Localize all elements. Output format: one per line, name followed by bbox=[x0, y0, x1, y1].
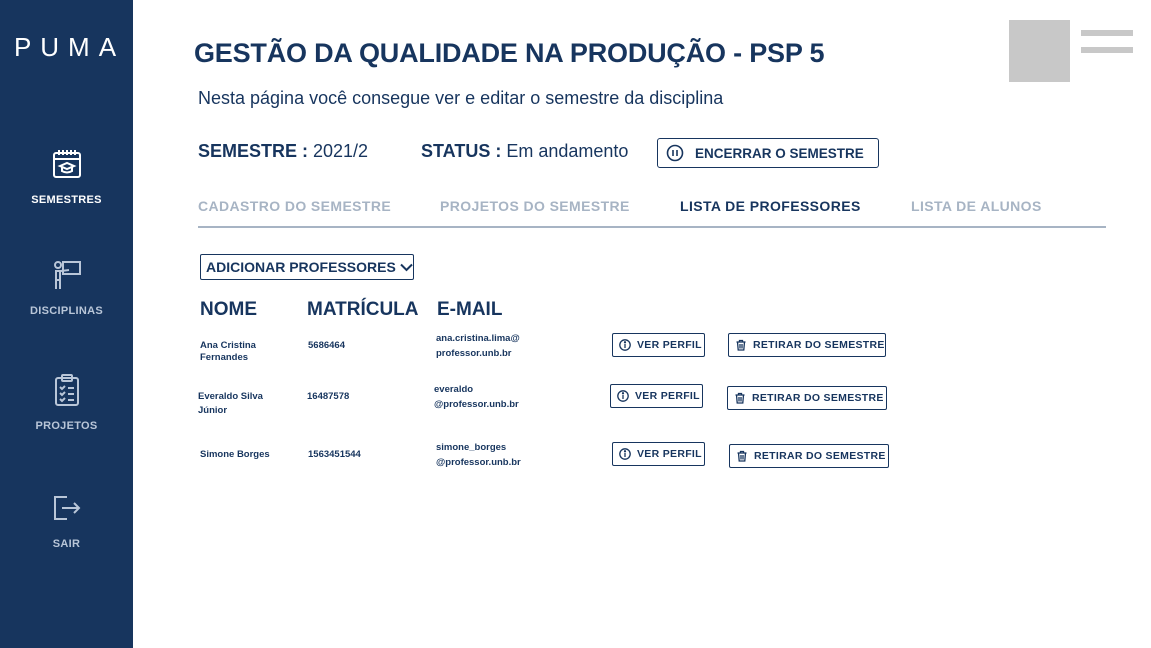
teacher-board-icon bbox=[53, 261, 81, 289]
semester-label: SEMESTRE : bbox=[198, 141, 309, 161]
view-profile-button[interactable]: VER PERFIL bbox=[612, 333, 705, 357]
tab-projetos-do-semestre[interactable]: PROJETOS DO SEMESTRE bbox=[440, 198, 630, 214]
professor-registration: 16487578 bbox=[307, 391, 350, 402]
remove-from-semester-button[interactable]: RETIRAR DO SEMESTRE bbox=[728, 333, 886, 357]
tab-cadastro-do-semestre[interactable]: CADASTRO DO SEMESTRE bbox=[198, 198, 391, 214]
professor-name: Simone Borges bbox=[200, 449, 270, 460]
column-header-nome: NOME bbox=[200, 299, 257, 320]
sidebar-item-label: DISCIPLINAS bbox=[30, 305, 103, 317]
sidebar: PUMA SEMESTRES DISCIPLINAS PROJETOS SAIR bbox=[0, 0, 133, 648]
trash-icon bbox=[735, 392, 745, 404]
info-icon bbox=[619, 339, 631, 351]
sidebar-item-label: PROJETOS bbox=[35, 420, 98, 432]
column-header-email: E-MAIL bbox=[437, 299, 503, 320]
trash-icon bbox=[737, 450, 747, 462]
professor-email: everaldo @professor.unb.br bbox=[434, 384, 519, 410]
professor-email: simone_borges @professor.unb.br bbox=[436, 442, 521, 468]
status-label: STATUS : bbox=[421, 141, 502, 161]
remove-from-semester-button[interactable]: RETIRAR DO SEMESTRE bbox=[729, 444, 889, 468]
sidebar-item-label: SAIR bbox=[52, 538, 81, 550]
remove-from-semester-button[interactable]: RETIRAR DO SEMESTRE bbox=[727, 386, 887, 410]
page-title: GESTÃO DA QUALIDADE NA PRODUÇÃO - PSP 5 bbox=[194, 38, 825, 68]
tab-lista-de-alunos[interactable]: LISTA DE ALUNOS bbox=[911, 198, 1042, 214]
professor-name: Ana Cristina Fernandes bbox=[200, 340, 256, 363]
sidebar-item-disciplinas[interactable]: DISCIPLINAS bbox=[0, 258, 133, 319]
end-semester-label: ENCERRAR O SEMESTRE bbox=[695, 145, 864, 161]
sidebar-item-label: SEMESTRES bbox=[31, 194, 102, 206]
professor-registration: 1563451544 bbox=[308, 449, 361, 460]
end-semester-button[interactable]: ENCERRAR O SEMESTRE bbox=[657, 138, 879, 168]
info-icon bbox=[617, 390, 629, 402]
page-subtitle: Nesta página você consegue ver e editar … bbox=[198, 88, 724, 108]
clipboard-list-icon bbox=[54, 374, 79, 406]
column-header-matricula: MATRÍCULA bbox=[307, 299, 419, 320]
calendar-icon bbox=[52, 150, 81, 178]
logout-icon bbox=[53, 496, 80, 520]
app-logo: PUMA bbox=[13, 32, 126, 62]
view-profile-button[interactable]: VER PERFIL bbox=[610, 384, 703, 408]
add-professors-dropdown[interactable]: ADICIONAR PROFESSORES bbox=[200, 254, 414, 280]
tab-lista-de-professores[interactable]: LISTA DE PROFESSORES bbox=[680, 198, 861, 214]
professor-registration: 5686464 bbox=[308, 340, 345, 351]
avatar[interactable] bbox=[1009, 20, 1070, 82]
professor-email: ana.cristina.lima@ professor.unb.br bbox=[436, 333, 520, 359]
add-professors-label: ADICIONAR PROFESSORES bbox=[206, 259, 396, 275]
sidebar-item-sair[interactable]: SAIR bbox=[0, 491, 133, 552]
chevron-down-icon bbox=[400, 263, 413, 271]
sidebar-item-projetos[interactable]: PROJETOS bbox=[0, 373, 133, 434]
status-value: Em andamento bbox=[501, 141, 629, 161]
sidebar-item-semestres[interactable]: SEMESTRES bbox=[0, 147, 133, 208]
semester-info: SEMESTRE : 2021/2 bbox=[198, 141, 368, 162]
pause-circle-icon bbox=[666, 144, 684, 162]
tab-bar: CADASTRO DO SEMESTRE PROJETOS DO SEMESTR… bbox=[198, 198, 1106, 228]
trash-icon bbox=[736, 339, 746, 351]
semester-value: 2021/2 bbox=[308, 141, 369, 161]
view-profile-button[interactable]: VER PERFIL bbox=[612, 442, 705, 466]
info-icon bbox=[619, 448, 631, 460]
professor-name: Everaldo Silva Júnior bbox=[198, 391, 263, 416]
hamburger-menu-icon[interactable] bbox=[1081, 30, 1133, 61]
status-info: STATUS : Em andamento bbox=[421, 141, 628, 162]
